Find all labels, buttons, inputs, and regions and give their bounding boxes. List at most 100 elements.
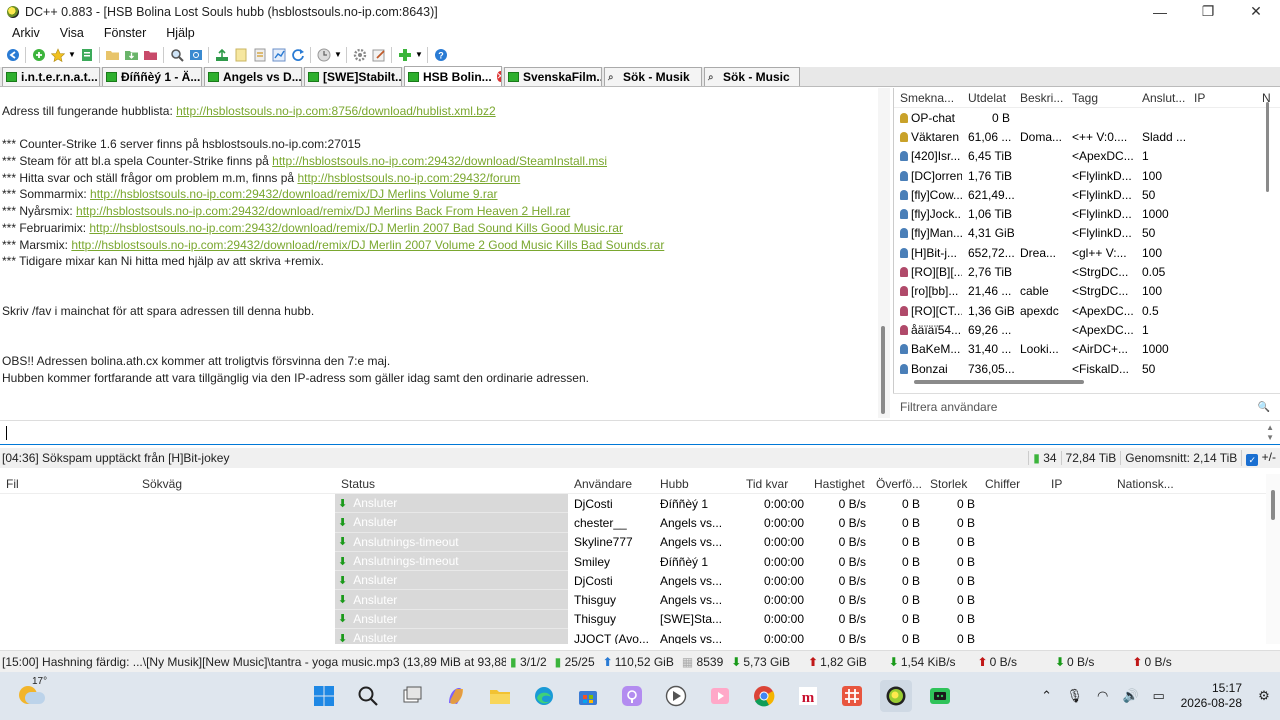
close-tab-icon[interactable]: ✕ [496, 71, 501, 82]
plugins-icon[interactable] [395, 45, 414, 64]
transfer-column-header[interactable]: Tid kvar [740, 477, 808, 491]
chat-link[interactable]: http://hsblostsouls.no-ip.com:29432/down… [71, 238, 664, 252]
menu-visa[interactable]: Visa [52, 26, 92, 40]
user-list-hscrollbar[interactable] [914, 380, 1084, 384]
clipchamp-icon[interactable] [704, 680, 736, 712]
search-icon[interactable] [352, 680, 384, 712]
chat-link[interactable]: http://hsblostsouls.no-ip.com:29432/down… [90, 187, 498, 201]
back-icon[interactable] [3, 45, 22, 64]
chrome-icon[interactable] [748, 680, 780, 712]
download-queue-icon[interactable] [122, 45, 141, 64]
user-row[interactable]: [fly]Man... 4,31 GiB <FlylinkD... 50 [894, 224, 1280, 243]
transfer-row[interactable]: ⬇ Anslutnings-timeout Skyline777 Angels vs.… [0, 532, 1266, 552]
user-row[interactable]: Väktaren 61,06 ... Doma... <++ V:0.... Sladd… [894, 127, 1280, 146]
tab-4[interactable]: HSB Bolin... ✕ [404, 66, 502, 86]
copilot-icon[interactable] [440, 680, 472, 712]
menu-arkiv[interactable]: Arkiv [4, 26, 48, 40]
transfer-column-header[interactable]: Status [335, 477, 568, 491]
notepad-icon[interactable] [231, 45, 250, 64]
transfer-row[interactable]: ⬇ Ansluter DjCosti Đíññèý 1 0:00:00 0 B/s 0 B 0… [0, 494, 1266, 514]
media-player-icon[interactable] [660, 680, 692, 712]
user-row[interactable]: [fly]Jock... 1,06 TiB <FlylinkD... 1000 [894, 204, 1280, 223]
folder-icon[interactable] [103, 45, 122, 64]
user-list-vscrollbar[interactable] [1266, 102, 1269, 192]
podcast-icon[interactable] [616, 680, 648, 712]
user-row[interactable]: [H]Bit-j... 652,72... Drea... <gl++ V:... 10… [894, 243, 1280, 262]
tab-2[interactable]: Angels vs D... [204, 67, 302, 86]
user-column-header[interactable]: Tagg [1066, 91, 1136, 105]
menu-hjalp[interactable]: Hjälp [158, 26, 203, 40]
maximize-button[interactable]: ❐ [1184, 0, 1232, 23]
chat-link[interactable]: http://hsblostsouls.no-ip.com:29432/down… [272, 154, 607, 168]
transfer-row[interactable]: ⬇ Ansluter JJOCT (Avo... Angels vs... 0:00:0… [0, 629, 1266, 644]
weather-widget[interactable]: 17° [17, 676, 47, 710]
hub-userlist-toggle[interactable]: ✓ +/- [1241, 450, 1280, 466]
clock[interactable]: 15:17 2026-08-28 [1181, 681, 1242, 711]
store-icon[interactable] [572, 680, 604, 712]
user-row[interactable]: OP-chat 0 B [894, 108, 1280, 127]
transfer-scrollbar[interactable] [1266, 474, 1280, 644]
user-row[interactable]: [RO][B][... 2,76 TiB <StrgDC... 0.05 [894, 262, 1280, 281]
terminal-icon[interactable] [924, 680, 956, 712]
search-icon[interactable] [167, 45, 186, 64]
upload-queue-icon[interactable] [212, 45, 231, 64]
mremoteng-icon[interactable]: m [792, 680, 824, 712]
wifi-icon[interactable]: ◠ [1091, 688, 1115, 704]
tab-0[interactable]: i.n.t.e.r.n.a.t... [2, 67, 100, 86]
transfer-row[interactable]: ⬇ Ansluter Thisguy [SWE]Sta... 0:00:00 0 B/s 0… [0, 609, 1266, 630]
input-spinner[interactable]: ▲ ▼ [1266, 423, 1274, 443]
chat-link[interactable]: http://hsblostsouls.no-ip.com:29432/down… [76, 204, 570, 218]
tab-3[interactable]: [SWE]Stabilt... [304, 67, 402, 86]
transfer-column-header[interactable]: Storlek [924, 477, 979, 491]
refresh-icon[interactable] [288, 45, 307, 64]
favorites-icon[interactable] [48, 45, 67, 64]
task-view-icon[interactable] [396, 680, 428, 712]
transfer-column-header[interactable]: Fil [0, 477, 136, 491]
user-column-header[interactable]: IP [1188, 91, 1256, 105]
transfer-row[interactable]: ⬇ Ansluter chester__ Angels vs... 0:00:00 0 B… [0, 513, 1266, 533]
user-row[interactable]: [420]Isr... 6,45 TiB <ApexDC... 1 [894, 147, 1280, 166]
checkbox-icon[interactable]: ✓ [1246, 454, 1259, 466]
public-hubs-icon[interactable] [77, 45, 96, 64]
close-button[interactable]: ✕ [1232, 0, 1280, 23]
help-icon[interactable]: ? [431, 45, 450, 64]
start-icon[interactable] [308, 680, 340, 712]
user-row[interactable]: [fly]Cow... 621,49... <FlylinkD... 50 [894, 185, 1280, 204]
minimize-button[interactable]: — [1136, 0, 1184, 23]
file-explorer-icon[interactable] [484, 680, 516, 712]
transfer-row[interactable]: ⬇ Ansluter Thisguy Angels vs... 0:00:00 0 B/s… [0, 590, 1266, 610]
user-row[interactable]: åäïäï54... 69,26 ... <ApexDC... 1 [894, 320, 1280, 339]
tab-1[interactable]: Đíññèý 1 - Ä... [102, 67, 202, 86]
settings-icon[interactable] [350, 45, 369, 64]
transfer-column-header[interactable]: Nationsk... [1111, 477, 1191, 491]
edit-icon[interactable] [369, 45, 388, 64]
user-row[interactable]: [ro][bb]... 21,46 ... cable <StrgDC... 100 [894, 282, 1280, 301]
user-row[interactable]: [DC]orren 1,76 TiB <FlylinkD... 100 [894, 166, 1280, 185]
battery-icon[interactable]: ▭ [1147, 688, 1171, 704]
dcplusplus-icon[interactable] [880, 680, 912, 712]
transfer-column-header[interactable]: Chiffer [979, 477, 1045, 491]
transfer-row[interactable]: ⬇ Anslutnings-timeout Smiley Đíññèý 1 0:00:0… [0, 551, 1266, 572]
edge-icon[interactable] [528, 680, 560, 712]
user-row[interactable]: [RO][CT... 1,36 GiB apexdc <ApexDC... 0.5 [894, 301, 1280, 320]
tab-6[interactable]: ⌕ Sök - Musik [604, 67, 702, 86]
transfer-column-header[interactable]: Hastighet [808, 477, 870, 491]
transfer-column-header[interactable]: Överfö... [870, 477, 924, 491]
chat-input[interactable]: ▲ ▼ [0, 420, 1280, 445]
transfer-row[interactable]: ⬇ Ansluter DjCosti Angels vs... 0:00:00 0 B/s… [0, 571, 1266, 591]
transfer-column-header[interactable]: IP [1045, 477, 1111, 491]
network-stats-icon[interactable] [269, 45, 288, 64]
adl-search-icon[interactable] [186, 45, 205, 64]
file-list-icon[interactable] [250, 45, 269, 64]
chat-link[interactable]: http://hsblostsouls.no-ip.com:29432/foru… [297, 171, 520, 185]
away-icon[interactable] [314, 45, 333, 64]
transfer-column-header[interactable]: Hubb [654, 477, 740, 491]
transfer-column-header[interactable]: Sökväg [136, 477, 335, 491]
tab-5[interactable]: SvenskaFilm... [504, 67, 602, 86]
user-filter-input[interactable]: Filtrera användare 🔍 [893, 393, 1280, 419]
tab-7[interactable]: ⌕ Sök - Music [704, 67, 800, 86]
chat-link[interactable]: http://hsblostsouls.no-ip.com:29432/down… [89, 221, 623, 235]
finished-downloads-icon[interactable] [141, 45, 160, 64]
slack-like-icon[interactable] [836, 680, 868, 712]
user-row[interactable]: Bonzai 736,05... <FiskalD... 50 [894, 359, 1280, 378]
